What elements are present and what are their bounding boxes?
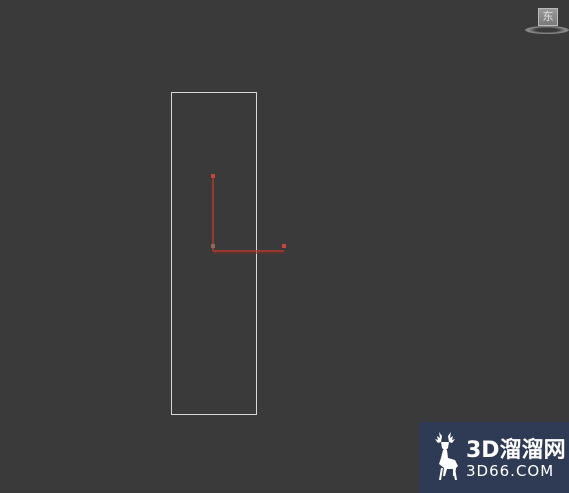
move-gizmo-icon[interactable] xyxy=(0,0,569,493)
viewcube-compass-ring[interactable] xyxy=(525,26,569,34)
watermark: 3D溜溜网 3D66.COM xyxy=(419,422,569,493)
watermark-url: 3D66.COM xyxy=(466,462,555,480)
3d-viewport[interactable]: 东 3D溜溜网 3D66.COM xyxy=(0,0,569,493)
viewcube-face[interactable]: 东 xyxy=(538,8,558,26)
gizmo-y-handle xyxy=(211,174,215,178)
deer-logo-icon xyxy=(435,432,458,480)
viewcube-icon[interactable]: 东 xyxy=(525,4,569,36)
gizmo-origin xyxy=(211,244,215,248)
watermark-brand: 3D溜溜网 xyxy=(466,438,566,463)
gizmo-x-handle xyxy=(282,244,286,248)
